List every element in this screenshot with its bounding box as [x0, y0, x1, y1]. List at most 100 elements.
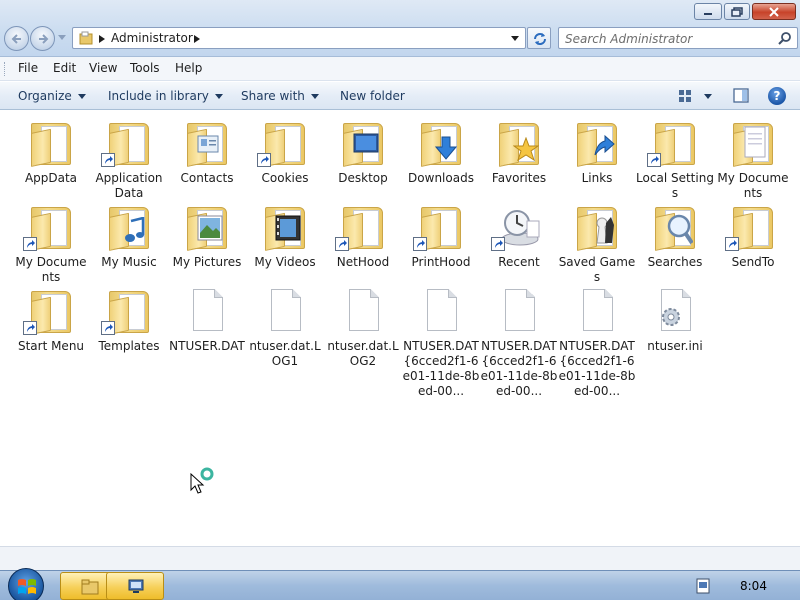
menu-view[interactable]: View: [89, 61, 117, 75]
back-button[interactable]: [4, 26, 29, 51]
file-item[interactable]: Application Data: [90, 119, 168, 201]
share-with-button[interactable]: Share with: [241, 89, 319, 103]
file-item[interactable]: Desktop: [324, 119, 402, 186]
file-icon: [339, 287, 387, 335]
file-item[interactable]: My Pictures: [168, 203, 246, 270]
chevron-down-icon: [704, 94, 712, 99]
taskbar: 8:04: [0, 568, 800, 600]
breadcrumb-current[interactable]: Administrator: [111, 31, 193, 45]
windows-logo-icon: [18, 579, 36, 594]
include-in-library-button[interactable]: Include in library: [108, 89, 223, 103]
file-item[interactable]: Searches: [636, 203, 714, 270]
file-item[interactable]: Recent: [480, 203, 558, 270]
minimize-button[interactable]: [694, 3, 722, 20]
file-item-label: ntuser.dat.LOG2: [327, 339, 399, 368]
help-button[interactable]: ?: [768, 87, 786, 105]
new-folder-label: New folder: [340, 89, 405, 103]
file-item[interactable]: NetHood: [324, 203, 402, 270]
file-icon: [495, 287, 543, 335]
explorer-icon: [81, 579, 99, 595]
file-item[interactable]: My Documents: [714, 119, 792, 201]
menu-edit[interactable]: Edit: [53, 61, 76, 75]
file-item-label: NTUSER.DAT: [169, 339, 245, 353]
refresh-button[interactable]: [527, 27, 551, 49]
menu-help[interactable]: Help: [175, 61, 202, 75]
file-item-label: Links: [581, 171, 613, 185]
start-button[interactable]: [8, 568, 44, 600]
forward-arrow-icon: [39, 34, 49, 44]
file-item[interactable]: Links: [558, 119, 636, 186]
shortcut-arrow-icon: [647, 153, 661, 167]
search-box[interactable]: [558, 27, 798, 49]
file-item[interactable]: ntuser.dat.LOG1: [246, 287, 324, 369]
forward-button[interactable]: [30, 26, 55, 51]
menu-grip: [4, 62, 7, 76]
file-item-label: My Documents: [15, 255, 87, 284]
new-folder-button[interactable]: New folder: [340, 89, 405, 103]
file-item[interactable]: Templates: [90, 287, 168, 354]
file-icon: [417, 287, 465, 335]
status-bar: [0, 546, 800, 570]
menu-bar: File Edit View Tools Help: [0, 57, 800, 81]
folder-icon: [257, 119, 309, 167]
file-item-label: PrintHood: [411, 255, 471, 269]
file-item[interactable]: Saved Games: [558, 203, 636, 285]
file-item[interactable]: NTUSER.DAT{6cced2f1-6e01-11de-8bed-00...: [402, 287, 480, 399]
action-center-icon[interactable]: [696, 578, 710, 594]
folder-icon: [335, 203, 387, 251]
file-item-label: NetHood: [336, 255, 390, 269]
file-item[interactable]: Downloads: [402, 119, 480, 186]
file-item[interactable]: NTUSER.DAT{6cced2f1-6e01-11de-8bed-00...: [480, 287, 558, 399]
address-history-dropdown-icon[interactable]: [511, 36, 519, 41]
file-item-label: Start Menu: [17, 339, 85, 353]
folder-videos-icon: [261, 203, 309, 251]
file-item[interactable]: My Videos: [246, 203, 324, 270]
file-item-label: NTUSER.DAT{6cced2f1-6e01-11de-8bed-00...: [558, 339, 636, 398]
file-item[interactable]: Start Menu: [12, 287, 90, 354]
close-button[interactable]: [752, 3, 796, 20]
file-item[interactable]: SendTo: [714, 203, 792, 270]
recent-items-icon: [491, 203, 543, 251]
search-input[interactable]: [565, 31, 771, 46]
file-icon: [573, 287, 621, 335]
file-item[interactable]: NTUSER.DAT{6cced2f1-6e01-11de-8bed-00...: [558, 287, 636, 399]
restore-icon: [731, 6, 743, 17]
view-grid-icon: [679, 90, 691, 102]
file-item[interactable]: PrintHood: [402, 203, 480, 270]
organize-label: Organize: [18, 89, 72, 103]
file-item[interactable]: ntuser.dat.LOG2: [324, 287, 402, 369]
file-item[interactable]: Favorites: [480, 119, 558, 186]
folder-searches-icon: [651, 203, 699, 251]
folder-icon: [101, 287, 153, 335]
busy-cursor-icon: [190, 467, 214, 494]
clock[interactable]: 8:04: [740, 579, 767, 593]
organize-button[interactable]: Organize: [18, 89, 86, 103]
taskbar-remote-desktop-button[interactable]: [106, 572, 164, 600]
preview-pane-icon[interactable]: [733, 88, 749, 104]
file-item[interactable]: Cookies: [246, 119, 324, 186]
file-item[interactable]: ntuser.ini: [636, 287, 714, 354]
remote-desktop-icon: [128, 579, 144, 593]
folder-icon: [413, 203, 465, 251]
file-item[interactable]: NTUSER.DAT: [168, 287, 246, 354]
chevron-down-icon: [77, 93, 86, 99]
folder-desktop-icon: [339, 119, 387, 167]
change-view-button[interactable]: [676, 87, 716, 105]
breadcrumb-arrow-icon[interactable]: [194, 35, 200, 43]
recent-pages-dropdown-icon[interactable]: [58, 35, 66, 40]
file-item[interactable]: Contacts: [168, 119, 246, 186]
menu-file[interactable]: File: [18, 61, 38, 75]
file-item[interactable]: My Music: [90, 203, 168, 270]
search-icon[interactable]: [778, 31, 792, 45]
close-icon: [769, 6, 779, 17]
file-item[interactable]: AppData: [12, 119, 90, 186]
restore-button[interactable]: [724, 3, 750, 20]
breadcrumb-arrow-icon[interactable]: [99, 35, 105, 43]
folder-favorites-icon: [495, 119, 543, 167]
file-item[interactable]: My Documents: [12, 203, 90, 285]
address-bar[interactable]: Administrator: [72, 27, 526, 49]
file-item[interactable]: Local Settings: [636, 119, 714, 201]
menu-tools[interactable]: Tools: [130, 61, 160, 75]
file-list: AppData Application Data Contacts Cookies De…: [0, 111, 800, 546]
shortcut-arrow-icon: [23, 237, 37, 251]
